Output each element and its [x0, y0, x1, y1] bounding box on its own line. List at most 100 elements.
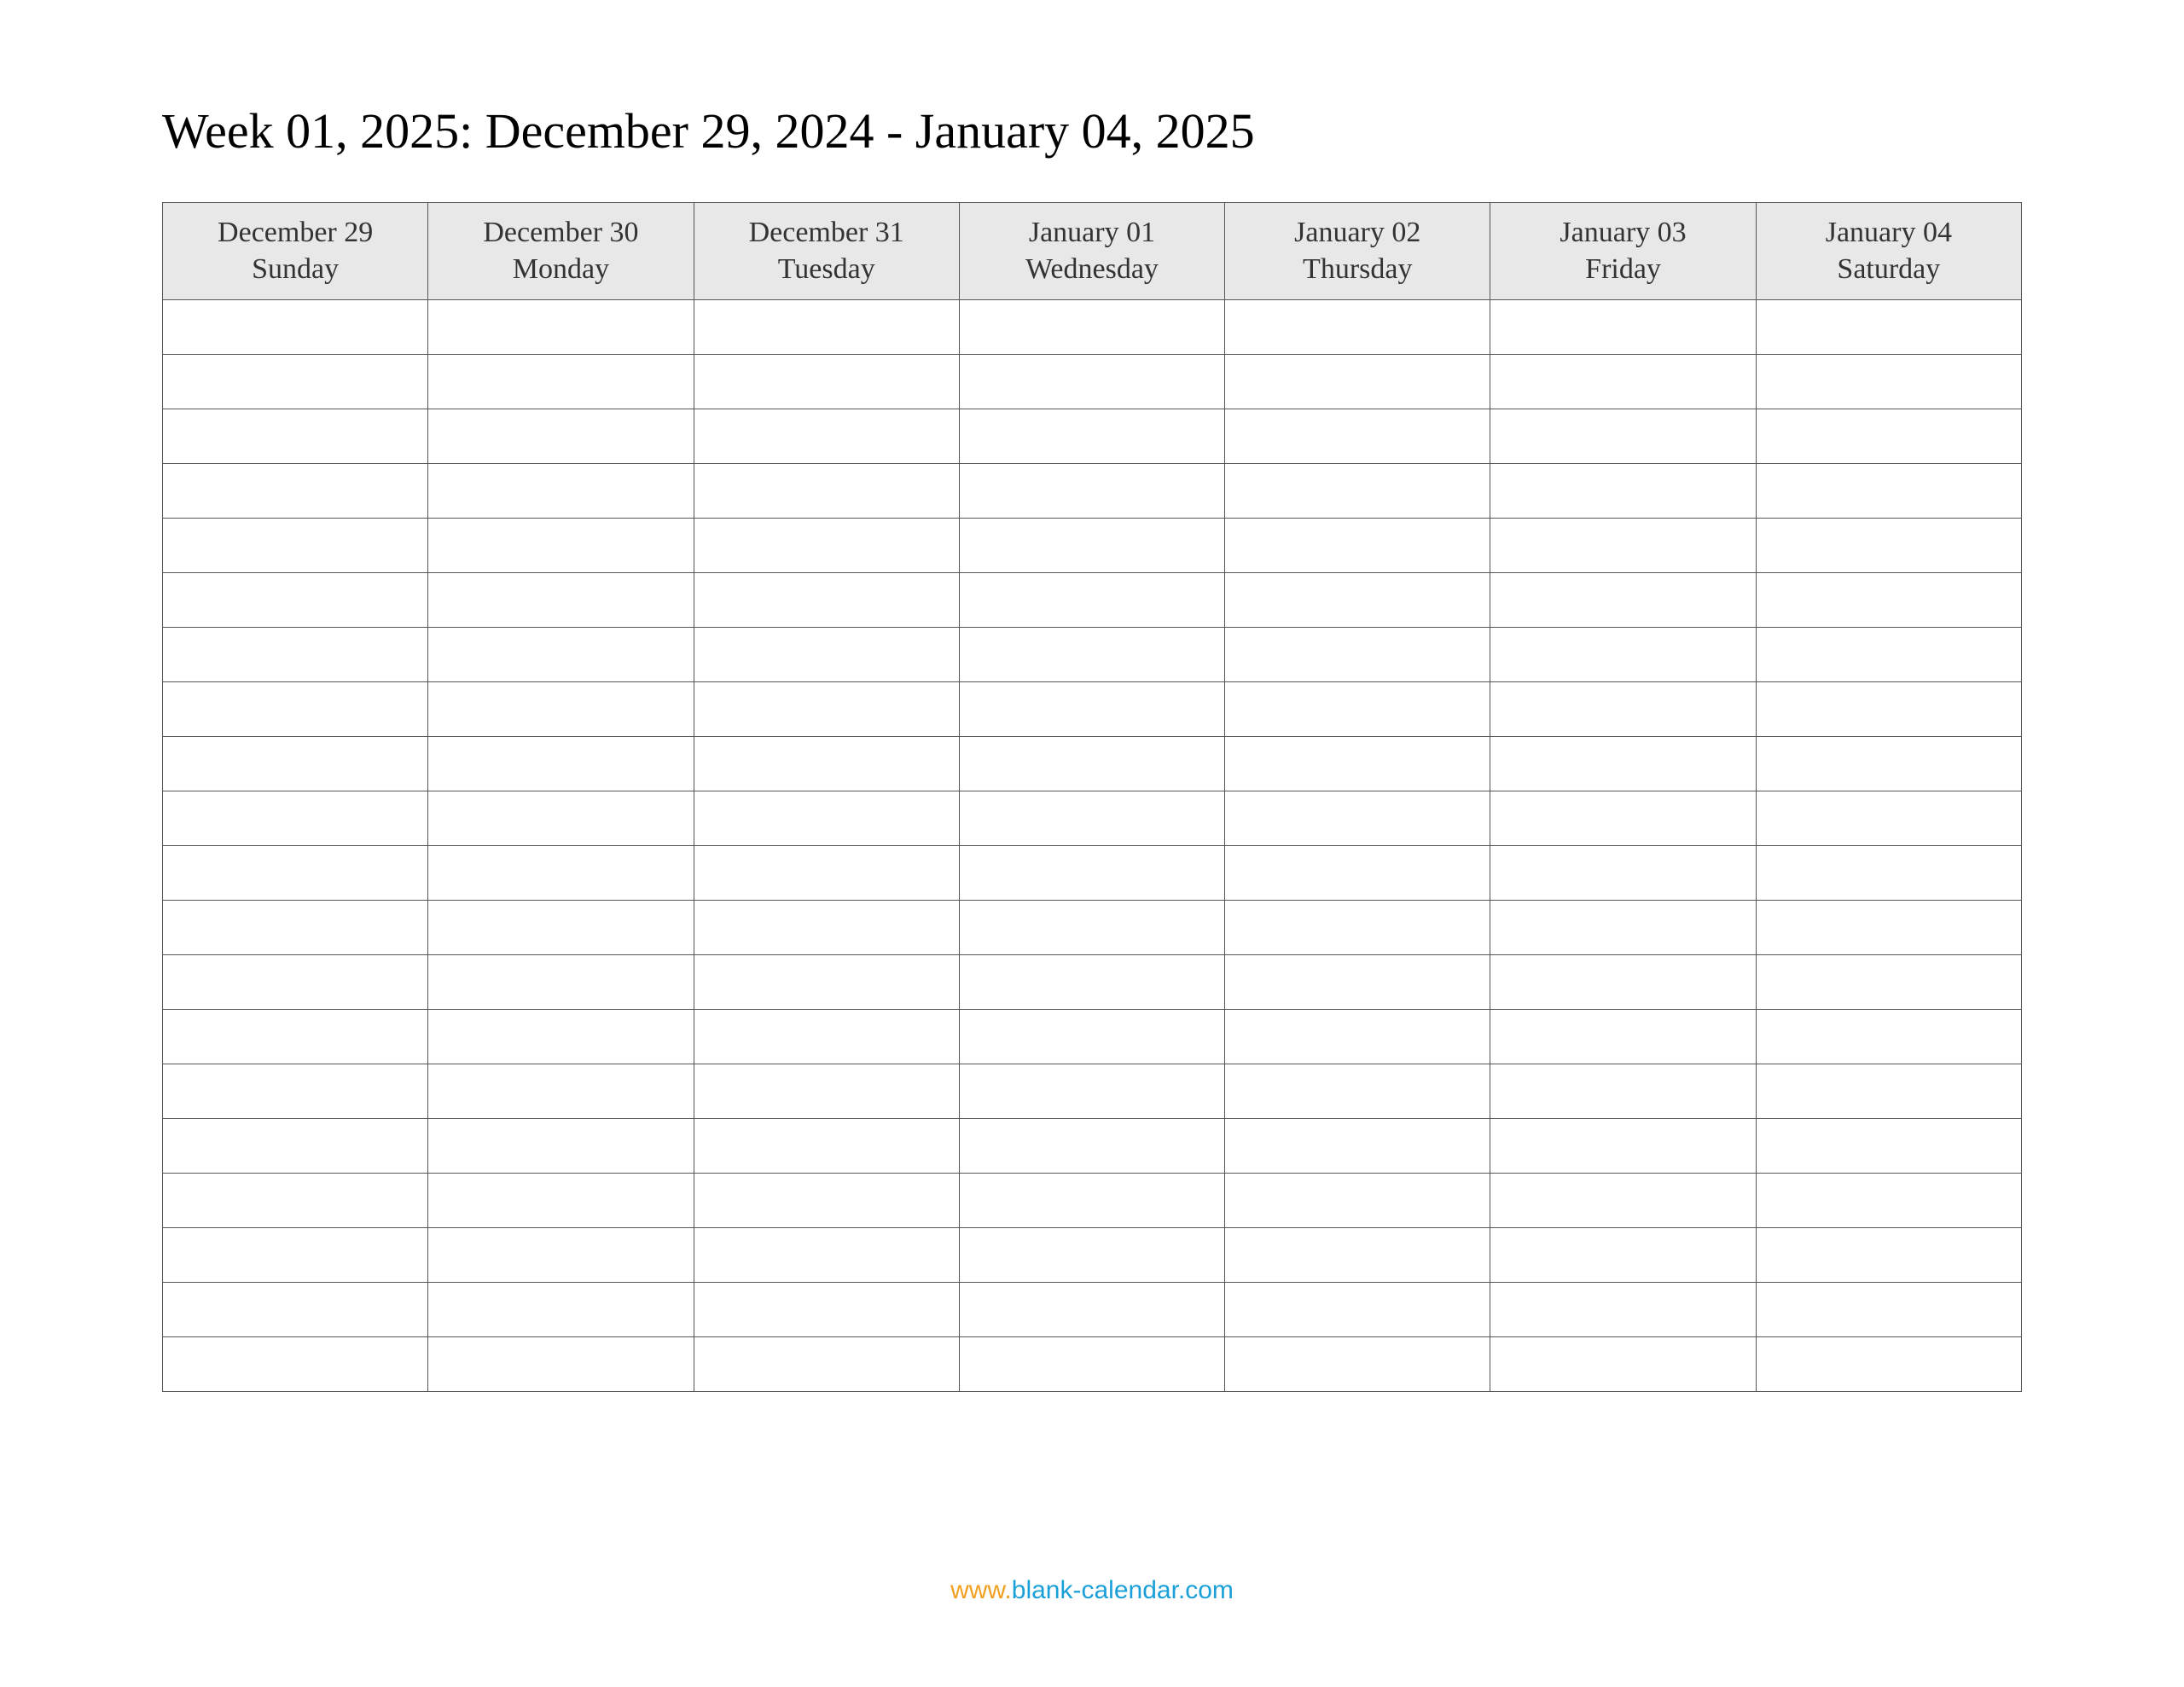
- calendar-cell[interactable]: [1225, 1010, 1490, 1064]
- calendar-cell[interactable]: [1490, 1337, 1756, 1392]
- calendar-cell[interactable]: [959, 1064, 1224, 1119]
- calendar-cell[interactable]: [1756, 464, 2021, 519]
- calendar-cell[interactable]: [1225, 355, 1490, 409]
- calendar-cell[interactable]: [1225, 846, 1490, 901]
- calendar-cell[interactable]: [428, 409, 694, 464]
- calendar-cell[interactable]: [694, 737, 959, 791]
- calendar-cell[interactable]: [163, 901, 428, 955]
- calendar-cell[interactable]: [1756, 300, 2021, 355]
- calendar-cell[interactable]: [694, 1228, 959, 1283]
- calendar-cell[interactable]: [428, 573, 694, 628]
- calendar-cell[interactable]: [959, 1174, 1224, 1228]
- calendar-cell[interactable]: [1490, 628, 1756, 682]
- calendar-cell[interactable]: [694, 464, 959, 519]
- calendar-cell[interactable]: [163, 1283, 428, 1337]
- calendar-cell[interactable]: [959, 1119, 1224, 1174]
- calendar-cell[interactable]: [163, 682, 428, 737]
- calendar-cell[interactable]: [1756, 1174, 2021, 1228]
- footer-link[interactable]: www.blank-calendar.com: [0, 1576, 2184, 1605]
- calendar-cell[interactable]: [1490, 955, 1756, 1010]
- calendar-cell[interactable]: [694, 791, 959, 846]
- calendar-cell[interactable]: [694, 901, 959, 955]
- calendar-cell[interactable]: [163, 409, 428, 464]
- calendar-cell[interactable]: [1490, 355, 1756, 409]
- calendar-cell[interactable]: [1490, 1010, 1756, 1064]
- calendar-cell[interactable]: [428, 791, 694, 846]
- calendar-cell[interactable]: [1756, 901, 2021, 955]
- calendar-cell[interactable]: [959, 519, 1224, 573]
- calendar-cell[interactable]: [428, 682, 694, 737]
- calendar-cell[interactable]: [959, 300, 1224, 355]
- calendar-cell[interactable]: [163, 955, 428, 1010]
- calendar-cell[interactable]: [1490, 519, 1756, 573]
- calendar-cell[interactable]: [959, 409, 1224, 464]
- calendar-cell[interactable]: [1225, 409, 1490, 464]
- calendar-cell[interactable]: [163, 737, 428, 791]
- calendar-cell[interactable]: [1225, 1174, 1490, 1228]
- calendar-cell[interactable]: [1225, 901, 1490, 955]
- calendar-cell[interactable]: [163, 573, 428, 628]
- calendar-cell[interactable]: [1225, 791, 1490, 846]
- calendar-cell[interactable]: [1756, 519, 2021, 573]
- calendar-cell[interactable]: [163, 355, 428, 409]
- calendar-cell[interactable]: [1756, 737, 2021, 791]
- calendar-cell[interactable]: [1490, 1119, 1756, 1174]
- calendar-cell[interactable]: [694, 955, 959, 1010]
- calendar-cell[interactable]: [1756, 1119, 2021, 1174]
- calendar-cell[interactable]: [1490, 791, 1756, 846]
- calendar-cell[interactable]: [959, 464, 1224, 519]
- calendar-cell[interactable]: [1490, 1283, 1756, 1337]
- calendar-cell[interactable]: [1225, 464, 1490, 519]
- calendar-cell[interactable]: [428, 1228, 694, 1283]
- calendar-cell[interactable]: [428, 1174, 694, 1228]
- calendar-cell[interactable]: [1225, 1337, 1490, 1392]
- calendar-cell[interactable]: [694, 573, 959, 628]
- calendar-cell[interactable]: [694, 409, 959, 464]
- calendar-cell[interactable]: [1490, 1228, 1756, 1283]
- calendar-cell[interactable]: [428, 464, 694, 519]
- calendar-cell[interactable]: [1225, 519, 1490, 573]
- calendar-cell[interactable]: [694, 846, 959, 901]
- calendar-cell[interactable]: [959, 791, 1224, 846]
- calendar-cell[interactable]: [1490, 464, 1756, 519]
- calendar-cell[interactable]: [1756, 682, 2021, 737]
- calendar-cell[interactable]: [428, 1119, 694, 1174]
- calendar-cell[interactable]: [959, 628, 1224, 682]
- calendar-cell[interactable]: [694, 1119, 959, 1174]
- calendar-cell[interactable]: [1490, 737, 1756, 791]
- calendar-cell[interactable]: [959, 1283, 1224, 1337]
- calendar-cell[interactable]: [694, 628, 959, 682]
- calendar-cell[interactable]: [428, 1283, 694, 1337]
- calendar-cell[interactable]: [1756, 1064, 2021, 1119]
- calendar-cell[interactable]: [428, 846, 694, 901]
- calendar-cell[interactable]: [1756, 355, 2021, 409]
- calendar-cell[interactable]: [428, 519, 694, 573]
- calendar-cell[interactable]: [959, 355, 1224, 409]
- calendar-cell[interactable]: [694, 1337, 959, 1392]
- calendar-cell[interactable]: [1490, 1174, 1756, 1228]
- calendar-cell[interactable]: [1490, 901, 1756, 955]
- calendar-cell[interactable]: [694, 682, 959, 737]
- calendar-cell[interactable]: [694, 355, 959, 409]
- calendar-cell[interactable]: [163, 1119, 428, 1174]
- calendar-cell[interactable]: [959, 573, 1224, 628]
- calendar-cell[interactable]: [1756, 1337, 2021, 1392]
- calendar-cell[interactable]: [1225, 682, 1490, 737]
- calendar-cell[interactable]: [694, 519, 959, 573]
- calendar-cell[interactable]: [959, 682, 1224, 737]
- calendar-cell[interactable]: [959, 955, 1224, 1010]
- calendar-cell[interactable]: [1756, 1010, 2021, 1064]
- calendar-cell[interactable]: [163, 464, 428, 519]
- calendar-cell[interactable]: [959, 1228, 1224, 1283]
- calendar-cell[interactable]: [1756, 1283, 2021, 1337]
- calendar-cell[interactable]: [163, 1064, 428, 1119]
- calendar-cell[interactable]: [1225, 955, 1490, 1010]
- calendar-cell[interactable]: [1756, 573, 2021, 628]
- calendar-cell[interactable]: [1756, 409, 2021, 464]
- calendar-cell[interactable]: [1756, 846, 2021, 901]
- calendar-cell[interactable]: [1225, 1119, 1490, 1174]
- calendar-cell[interactable]: [1225, 737, 1490, 791]
- calendar-cell[interactable]: [428, 1337, 694, 1392]
- calendar-cell[interactable]: [163, 1010, 428, 1064]
- calendar-cell[interactable]: [1756, 791, 2021, 846]
